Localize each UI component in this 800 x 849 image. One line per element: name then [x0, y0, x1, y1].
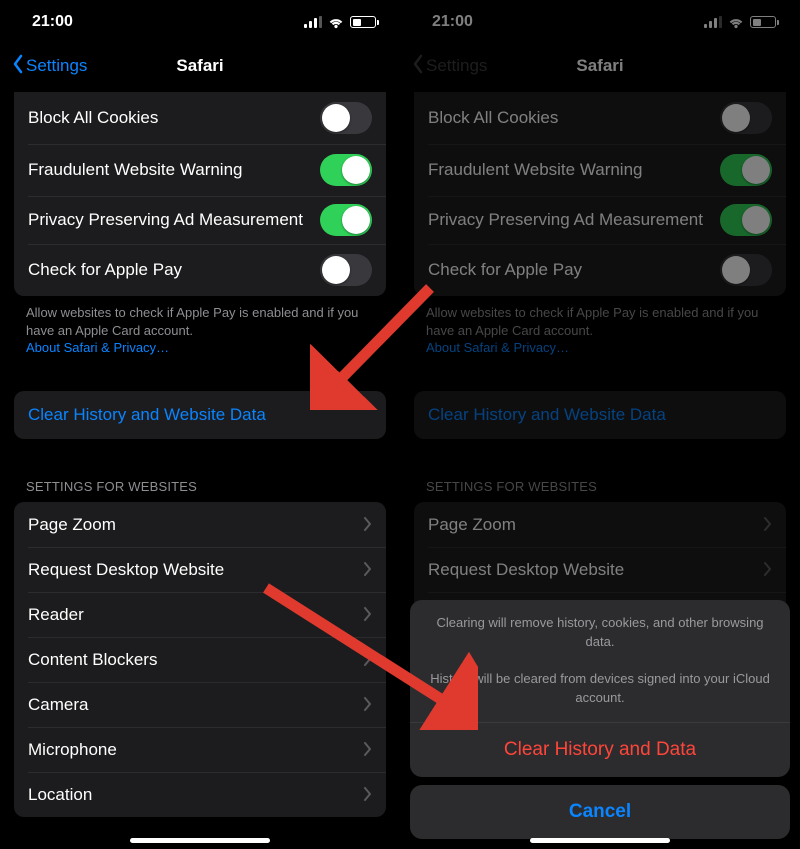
wifi-icon: [328, 16, 344, 28]
row-label: Check for Apple Pay: [28, 259, 320, 280]
row-privacy-ad-measurement: Privacy Preserving Ad Measurement: [414, 196, 786, 244]
toggle-privacy-ad-measurement: [720, 204, 772, 236]
toggle-block-cookies[interactable]: [320, 102, 372, 134]
chevron-right-icon: [364, 652, 372, 666]
home-indicator[interactable]: [530, 838, 670, 843]
chevron-right-icon: [364, 697, 372, 711]
row-apple-pay[interactable]: Check for Apple Pay: [14, 244, 386, 296]
row-location[interactable]: Location: [14, 772, 386, 817]
privacy-footer: Allow websites to check if Apple Pay is …: [0, 296, 400, 357]
row-apple-pay: Check for Apple Pay: [414, 244, 786, 296]
chevron-right-icon: [764, 562, 772, 576]
toggle-fraud-warning: [720, 154, 772, 186]
chevron-right-icon: [364, 607, 372, 621]
clear-history-group: Clear History and Website Data: [414, 391, 786, 439]
action-sheet-card: Clearing will remove history, cookies, a…: [410, 600, 790, 777]
privacy-group: Block All Cookies Fraudulent Website War…: [14, 92, 386, 296]
wifi-icon: [728, 16, 744, 28]
toggle-privacy-ad-measurement[interactable]: [320, 204, 372, 236]
status-bar: 21:00: [400, 0, 800, 44]
row-content-blockers[interactable]: Content Blockers: [14, 637, 386, 682]
row-fraud-warning: Fraudulent Website Warning: [414, 144, 786, 196]
row-block-cookies: Block All Cookies: [414, 92, 786, 144]
sheet-msg-line2: History will be cleared from devices sig…: [430, 671, 770, 705]
row-label: Page Zoom: [428, 514, 764, 535]
row-label: Privacy Preserving Ad Measurement: [28, 209, 320, 230]
row-reader[interactable]: Reader: [14, 592, 386, 637]
about-safari-privacy-link[interactable]: About Safari & Privacy…: [26, 340, 169, 355]
clear-history-and-data-button[interactable]: Clear History and Data: [410, 723, 790, 777]
row-page-zoom[interactable]: Page Zoom: [14, 502, 386, 547]
toggle-apple-pay: [720, 254, 772, 286]
row-request-desktop[interactable]: Request Desktop Website: [14, 547, 386, 592]
chevron-right-icon: [364, 517, 372, 531]
row-page-zoom: Page Zoom: [414, 502, 786, 547]
row-block-cookies[interactable]: Block All Cookies: [14, 92, 386, 144]
action-sheet: Clearing will remove history, cookies, a…: [410, 600, 790, 839]
nav-bar: Settings Safari: [400, 44, 800, 88]
row-label: Request Desktop Website: [28, 559, 364, 580]
chevron-right-icon: [364, 787, 372, 801]
clear-history-group: Clear History and Website Data: [14, 391, 386, 439]
about-safari-privacy-link: About Safari & Privacy…: [426, 340, 569, 355]
chevron-right-icon: [764, 517, 772, 531]
status-icons: [704, 16, 776, 28]
privacy-group: Block All Cookies Fraudulent Website War…: [414, 92, 786, 296]
chevron-left-icon: [12, 54, 24, 79]
row-label: Fraudulent Website Warning: [28, 159, 320, 180]
footer-text: Allow websites to check if Apple Pay is …: [426, 305, 758, 338]
back-button: Settings: [406, 44, 493, 88]
row-label: Camera: [28, 694, 364, 715]
page-title: Safari: [576, 56, 623, 76]
page-title: Safari: [176, 56, 223, 76]
websites-section-header: SETTINGS FOR WEBSITES: [400, 473, 800, 502]
toggle-fraud-warning[interactable]: [320, 154, 372, 186]
status-bar: 21:00: [0, 0, 400, 44]
row-privacy-ad-measurement[interactable]: Privacy Preserving Ad Measurement: [14, 196, 386, 244]
row-label: Block All Cookies: [428, 107, 720, 128]
chevron-right-icon: [364, 742, 372, 756]
row-label: Reader: [28, 604, 364, 625]
chevron-left-icon: [412, 54, 424, 79]
row-fraud-warning[interactable]: Fraudulent Website Warning: [14, 144, 386, 196]
row-label: Microphone: [28, 739, 364, 760]
status-icons: [304, 16, 376, 28]
screenshot-right: 21:00 Settings Safari Block All Co: [400, 0, 800, 849]
websites-section-header: SETTINGS FOR WEBSITES: [0, 473, 400, 502]
toggle-apple-pay[interactable]: [320, 254, 372, 286]
status-time: 21:00: [432, 13, 473, 31]
screenshot-left: 21:00 Settings Safari Block All Co: [0, 0, 400, 849]
back-label: Settings: [426, 56, 487, 76]
battery-icon: [350, 16, 376, 28]
privacy-footer: Allow websites to check if Apple Pay is …: [400, 296, 800, 357]
cellular-icon: [704, 16, 722, 28]
websites-group: Page Zoom Request Desktop Website Reader…: [14, 502, 386, 817]
battery-icon: [750, 16, 776, 28]
home-indicator[interactable]: [130, 838, 270, 843]
row-label: Block All Cookies: [28, 107, 320, 128]
action-sheet-message: Clearing will remove history, cookies, a…: [410, 600, 790, 722]
row-label: Location: [28, 784, 364, 805]
toggle-block-cookies: [720, 102, 772, 134]
status-time: 21:00: [32, 13, 73, 31]
cellular-icon: [304, 16, 322, 28]
row-microphone[interactable]: Microphone: [14, 727, 386, 772]
row-label: Privacy Preserving Ad Measurement: [428, 209, 720, 230]
clear-history-button: Clear History and Website Data: [414, 391, 786, 439]
back-button[interactable]: Settings: [6, 44, 93, 88]
footer-text: Allow websites to check if Apple Pay is …: [26, 305, 358, 338]
row-label: Page Zoom: [28, 514, 364, 535]
nav-bar: Settings Safari: [0, 44, 400, 88]
row-label: Request Desktop Website: [428, 559, 764, 580]
row-label: Check for Apple Pay: [428, 259, 720, 280]
cancel-button[interactable]: Cancel: [410, 785, 790, 839]
clear-history-button[interactable]: Clear History and Website Data: [14, 391, 386, 439]
row-label: Content Blockers: [28, 649, 364, 670]
row-request-desktop: Request Desktop Website: [414, 547, 786, 592]
sheet-msg-line1: Clearing will remove history, cookies, a…: [436, 615, 763, 649]
row-label: Fraudulent Website Warning: [428, 159, 720, 180]
row-camera[interactable]: Camera: [14, 682, 386, 727]
chevron-right-icon: [364, 562, 372, 576]
back-label: Settings: [26, 56, 87, 76]
